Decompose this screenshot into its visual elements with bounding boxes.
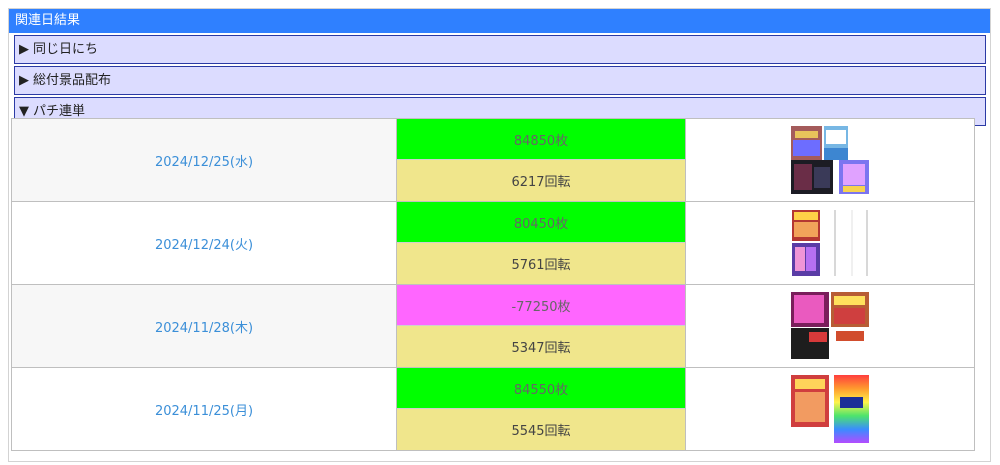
spin-count: 5347回転 <box>397 326 685 367</box>
coin-result: 84550枚 <box>397 368 685 409</box>
table-row: 2024/12/25(水) 84850枚 6217回転 <box>11 119 975 202</box>
thumbnail-cell[interactable] <box>686 285 975 367</box>
result-cell: 80450枚 5761回転 <box>397 202 686 284</box>
spin-count: 5761回転 <box>397 243 685 284</box>
expand-arrow-icon: ▶ <box>19 42 29 57</box>
date-link[interactable]: 2024/12/25(水) <box>11 119 397 201</box>
date-link[interactable]: 2024/12/24(火) <box>11 202 397 284</box>
thumbnail-2024-11-28[interactable] <box>791 292 869 360</box>
section-same-date[interactable]: ▶ 同じ日にち <box>14 35 986 64</box>
expand-arrow-icon: ▶ <box>19 73 29 88</box>
coin-result: 80450枚 <box>397 202 685 243</box>
result-cell: 84850枚 6217回転 <box>397 119 686 201</box>
thumbnail-cell[interactable] <box>686 202 975 284</box>
table-row: 2024/11/28(木) -77250枚 5347回転 <box>11 285 975 368</box>
table-row: 2024/12/24(火) 80450枚 5761回転 <box>11 202 975 285</box>
panel-title: 関連日結果 <box>9 9 990 33</box>
table-row: 2024/11/25(月) 84550枚 5545回転 <box>11 368 975 451</box>
coin-result: -77250枚 <box>397 285 685 326</box>
section-prize-distribution[interactable]: ▶ 総付景品配布 <box>14 66 986 95</box>
spin-count: 6217回転 <box>397 160 685 201</box>
coin-result: 84850枚 <box>397 119 685 160</box>
results-table: 2024/12/25(水) 84850枚 6217回転 2024/12/24(火… <box>11 118 975 451</box>
section-label: 総付景品配布 <box>33 73 112 88</box>
thumbnail-cell[interactable] <box>686 368 975 450</box>
date-link[interactable]: 2024/11/28(木) <box>11 285 397 367</box>
thumbnail-2024-11-25[interactable] <box>791 375 869 443</box>
section-label: パチ連単 <box>33 104 86 119</box>
thumbnail-cell[interactable] <box>686 119 975 201</box>
thumbnail-2024-12-25[interactable] <box>791 126 869 194</box>
spin-count: 5545回転 <box>397 409 685 450</box>
result-cell: 84550枚 5545回転 <box>397 368 686 450</box>
result-cell: -77250枚 5347回転 <box>397 285 686 367</box>
thumbnail-2024-12-24[interactable] <box>791 209 869 277</box>
section-label: 同じ日にち <box>33 42 99 57</box>
date-link[interactable]: 2024/11/25(月) <box>11 368 397 450</box>
collapse-arrow-icon: ▼ <box>19 104 29 119</box>
